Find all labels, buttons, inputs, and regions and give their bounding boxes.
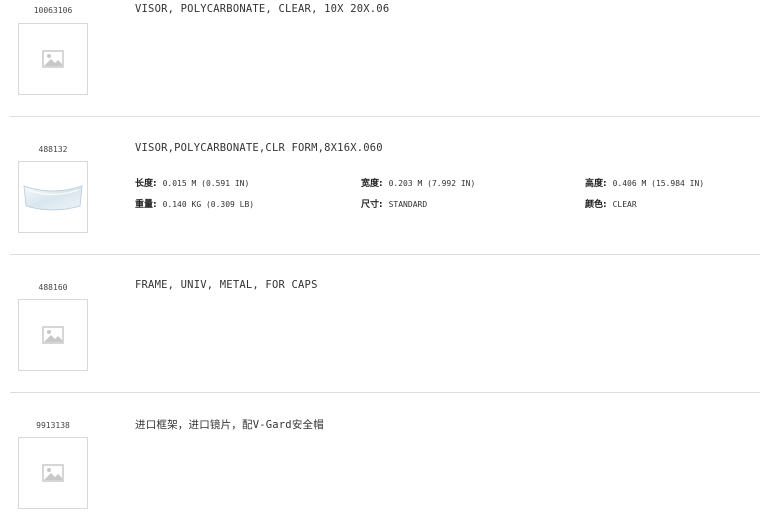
spec-height: 高度: 0.406 M (15.984 IN) bbox=[585, 176, 704, 189]
spec-label: 尺寸: bbox=[361, 200, 383, 210]
spec-weight: 重量: 0.140 KG (0.309 LB) bbox=[135, 197, 254, 210]
product-sku: 9913138 bbox=[36, 421, 70, 430]
spec-value: 0.140 KG (0.309 LB) bbox=[162, 200, 255, 209]
divider bbox=[10, 116, 760, 117]
product-sku: 488160 bbox=[38, 283, 68, 292]
spec-width: 宽度: 0.203 M (7.992 IN) bbox=[361, 176, 475, 189]
spec-value: 0.015 M (0.591 IN) bbox=[162, 179, 250, 188]
product-title[interactable]: VISOR, POLYCARBONATE, CLEAR, 10X 20X.06 bbox=[135, 3, 389, 15]
placeholder-image-icon bbox=[42, 326, 64, 344]
product-thumbnail[interactable] bbox=[18, 161, 88, 233]
spec-value: CLEAR bbox=[612, 200, 637, 209]
spec-length: 长度: 0.015 M (0.591 IN) bbox=[135, 176, 249, 189]
product-title[interactable]: 进口框架，进口镜片，配V-Gard安全帽 bbox=[135, 417, 324, 432]
spec-value: 0.406 M (15.984 IN) bbox=[612, 179, 705, 188]
product-sku: 488132 bbox=[38, 145, 68, 154]
visor-photo bbox=[23, 185, 83, 211]
divider bbox=[10, 392, 760, 393]
product-thumbnail[interactable] bbox=[18, 299, 88, 371]
spec-label: 宽度: bbox=[361, 179, 383, 189]
placeholder-image-icon bbox=[42, 50, 64, 68]
spec-color: 颜色: CLEAR bbox=[585, 197, 637, 210]
spec-value: STANDARD bbox=[388, 200, 428, 209]
spec-value: 0.203 M (7.992 IN) bbox=[388, 179, 476, 188]
spec-label: 长度: bbox=[135, 179, 157, 189]
product-thumbnail[interactable] bbox=[18, 437, 88, 509]
product-title[interactable]: FRAME, UNIV, METAL, FOR CAPS bbox=[135, 279, 318, 291]
product-thumbnail[interactable] bbox=[18, 23, 88, 95]
product-sku: 10063106 bbox=[33, 6, 73, 15]
product-title[interactable]: VISOR,POLYCARBONATE,CLR FORM,8X16X.060 bbox=[135, 142, 383, 154]
spec-label: 重量: bbox=[135, 200, 157, 210]
placeholder-image-icon bbox=[42, 464, 64, 482]
spec-size: 尺寸: STANDARD bbox=[361, 197, 427, 210]
divider bbox=[10, 254, 760, 255]
spec-label: 高度: bbox=[585, 179, 607, 189]
spec-label: 颜色: bbox=[585, 200, 607, 210]
